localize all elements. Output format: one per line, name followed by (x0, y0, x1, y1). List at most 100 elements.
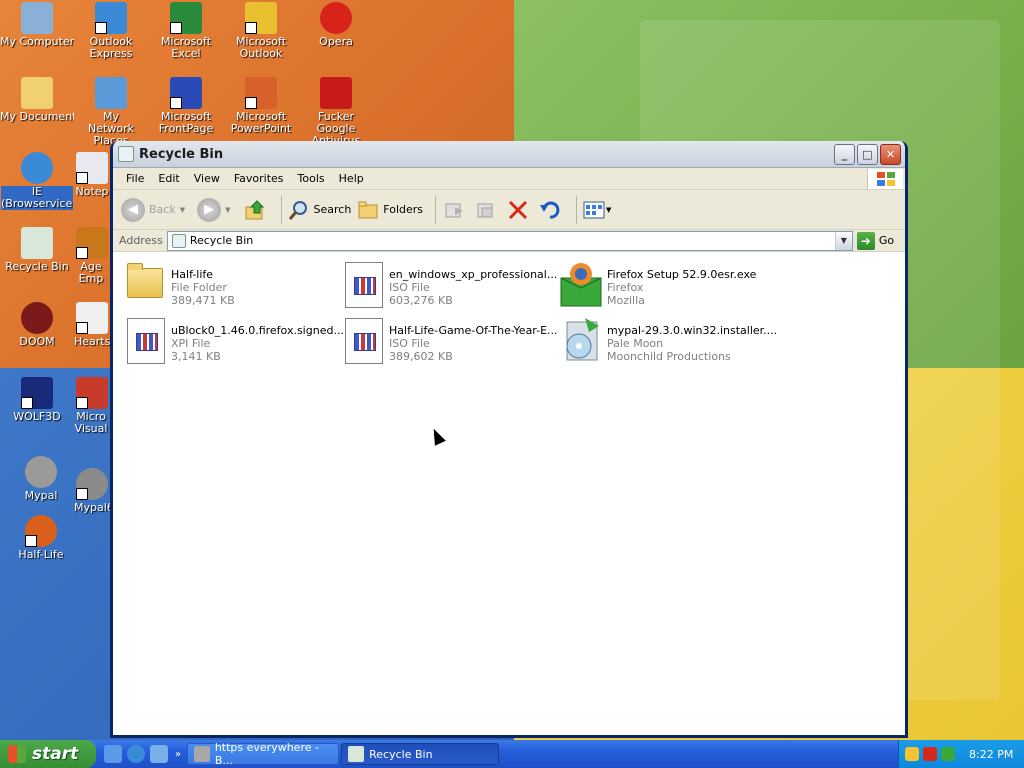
desktop-icon-label: Microsoft Outlook (235, 36, 287, 60)
desktop-icon-label: IE (Browservice) (1, 186, 73, 210)
copy-to-icon (477, 203, 493, 217)
go-button[interactable]: ➜ Go (856, 231, 895, 250)
recycle-bin-icon (21, 227, 53, 259)
clock[interactable]: 8:22 PM (969, 748, 1013, 761)
up-folder-icon (245, 199, 264, 219)
desktop-icon-hearts[interactable]: Hearts (74, 302, 110, 348)
item-size: 3,141 KB (171, 350, 221, 363)
taskbar: start » https everywhere - B... Recycle … (0, 740, 1024, 768)
desktop-icon-ie-browservice[interactable]: IE (Browservice) (0, 152, 74, 210)
list-item[interactable]: uBlock0_1.46.0.firefox.signed... XPI Fil… (123, 316, 344, 368)
desktop-icon-visual-studio[interactable]: Micro Visual (74, 377, 110, 435)
desktop-icon-notepad[interactable]: Notep (74, 152, 110, 198)
list-item[interactable]: Half-life File Folder 389,471 KB (123, 260, 339, 312)
menu-file[interactable]: File (119, 172, 151, 185)
taskbar-item-recycle-bin[interactable]: Recycle Bin (341, 743, 500, 765)
desktop-icon-outlook-express[interactable]: Outlook Express (74, 2, 148, 60)
desktop-icon-opera[interactable]: Opera (299, 2, 373, 48)
address-label: Address (119, 234, 163, 247)
desktop-icon-recycle-bin[interactable]: Recycle Bin (0, 227, 74, 273)
go-label: Go (878, 234, 895, 247)
windows-flag-icon (8, 745, 26, 763)
desktop-icon-age-of-empires[interactable]: Age Emp (74, 227, 110, 285)
back-arrow-icon: ◀ (121, 197, 145, 222)
up-folder-button[interactable] (243, 198, 267, 222)
start-button[interactable]: start (0, 740, 96, 768)
xpi-file-icon (123, 316, 165, 364)
views-button[interactable]: ▼ (583, 200, 617, 220)
desktop-icon-label: Notep (75, 186, 109, 198)
maximize-button[interactable]: □ (857, 143, 878, 165)
chevron-right-icon[interactable]: » (175, 749, 181, 760)
chevron-down-icon[interactable]: ▼ (180, 206, 185, 214)
mypal6-icon (76, 468, 108, 500)
folders-button[interactable]: Folders (357, 199, 423, 221)
list-item[interactable]: en_windows_xp_professional... ISO File 6… (341, 260, 557, 312)
menu-favorites[interactable]: Favorites (227, 172, 291, 185)
desktop-icon-label: Microsoft Excel (160, 36, 212, 60)
item-type: File Folder (171, 281, 227, 294)
toolbar-separator (435, 195, 437, 224)
item-type: ISO File (389, 281, 430, 294)
search-icon (288, 200, 307, 220)
move-to-button[interactable] (442, 198, 466, 222)
chevron-down-icon: ▼ (606, 205, 612, 214)
list-item[interactable]: Firefox Setup 52.9.0esr.exe Firefox Mozi… (559, 260, 775, 312)
desktop-icon-powerpoint[interactable]: Microsoft PowerPoint (224, 77, 298, 135)
forward-button[interactable]: ▶ ▼ (197, 197, 236, 222)
start-label: start (32, 744, 79, 764)
iso-file-icon (341, 260, 383, 308)
desktop-icon-wolf3d[interactable]: WOLF3D (0, 377, 74, 423)
network-icon[interactable] (941, 747, 955, 761)
desktop-icon-label: Opera (319, 36, 353, 48)
search-label: Search (313, 203, 352, 216)
security-alert-icon[interactable] (923, 747, 937, 761)
show-desktop-icon[interactable] (104, 745, 122, 763)
list-item[interactable]: Half-Life-Game-Of-The-Year-E... ISO File… (341, 316, 558, 368)
internet-explorer-icon (21, 152, 53, 184)
menu-edit[interactable]: Edit (151, 172, 186, 185)
desktop-icon-my-documents[interactable]: My Documents (0, 77, 74, 123)
delete-button[interactable] (506, 198, 530, 222)
chevron-down-icon[interactable]: ▼ (834, 231, 852, 250)
desktop-icon-label: DOOM (19, 336, 55, 348)
desktop-icon-outlook[interactable]: Microsoft Outlook (224, 2, 298, 60)
search-button[interactable]: Search (288, 199, 352, 221)
item-name: en_windows_xp_professional... (389, 268, 558, 281)
item-size: 389,471 KB (171, 294, 235, 307)
menu-help[interactable]: Help (332, 172, 371, 185)
back-button[interactable]: ◀ Back ▼ (121, 197, 191, 222)
desktop-icon-half-life[interactable]: Half-Life (4, 515, 78, 561)
powerpoint-icon (245, 77, 277, 109)
desktop-icon-doom[interactable]: DOOM (0, 302, 74, 348)
title-bar[interactable]: Recycle Bin _ □ ✕ (113, 141, 905, 168)
copy-to-button[interactable] (474, 198, 498, 222)
item-publisher: Moonchild Productions (607, 350, 731, 363)
undo-button[interactable] (538, 198, 562, 222)
outlook-express-icon[interactable] (150, 745, 168, 763)
desktop-icon-excel[interactable]: Microsoft Excel (149, 2, 223, 60)
address-input[interactable]: Recycle Bin ▼ (166, 230, 853, 251)
folder-icon (123, 260, 165, 308)
chevron-down-icon[interactable]: ▼ (225, 206, 230, 214)
taskbar-item-https-everywhere[interactable]: https everywhere - B... (187, 741, 340, 767)
minimize-button[interactable]: _ (834, 143, 855, 165)
window-title: Recycle Bin (139, 146, 224, 162)
desktop-icon-frontpage[interactable]: Microsoft FrontPage (149, 77, 223, 135)
desktop-icon-my-network-places[interactable]: My Network Places (74, 77, 148, 147)
menu-tools[interactable]: Tools (291, 172, 332, 185)
desktop-icon-mypal6[interactable]: Mypal6 (74, 468, 110, 514)
firefox-installer-icon (559, 260, 602, 308)
desktop-icon-my-computer[interactable]: My Computer (0, 2, 74, 48)
menu-view[interactable]: View (187, 172, 227, 185)
half-life-icon (25, 515, 57, 547)
shield-icon[interactable] (905, 747, 919, 761)
close-button[interactable]: ✕ (880, 143, 901, 165)
doom-icon (21, 302, 53, 334)
recycle-bin-icon (171, 233, 186, 248)
system-tray: 8:22 PM (898, 740, 1024, 768)
internet-explorer-icon[interactable] (127, 745, 145, 763)
outlook-icon (245, 2, 277, 34)
desktop-icon-mypal[interactable]: Mypal (4, 456, 78, 502)
list-item[interactable]: mypal-29.3.0.win32.installer.... Pale Mo… (559, 316, 777, 368)
